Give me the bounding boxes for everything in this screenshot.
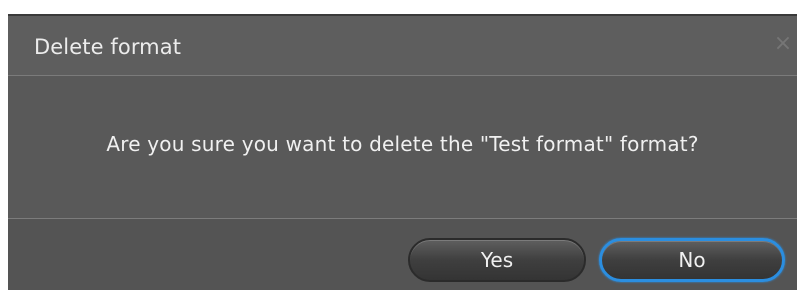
dialog-body: Are you sure you want to delete the "Tes… [8,76,797,219]
dialog-title: Delete format [34,35,182,59]
yes-button[interactable]: Yes [408,238,586,282]
no-button[interactable]: No [599,238,785,282]
delete-format-dialog: Delete format × Are you sure you want to… [8,14,797,290]
dialog-footer: Yes No [8,219,797,290]
close-icon[interactable]: × [771,32,795,56]
confirmation-message: Are you sure you want to delete the "Tes… [106,132,699,156]
dialog-titlebar: Delete format × [8,16,797,76]
